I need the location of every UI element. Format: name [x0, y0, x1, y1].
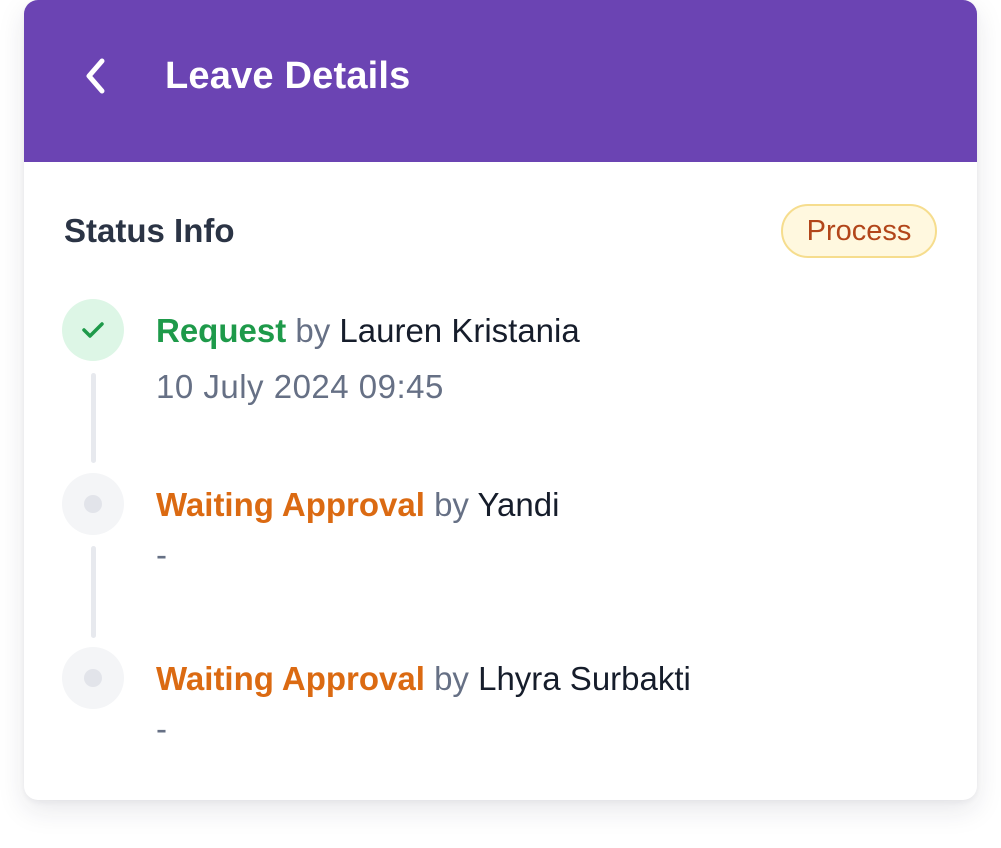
timeline-connector [91, 546, 96, 638]
step-by-label: by [434, 660, 469, 697]
timeline-connector [91, 373, 96, 463]
step-timestamp: - [156, 710, 168, 747]
step-done-indicator [62, 299, 124, 361]
step-status: Waiting Approval [156, 660, 425, 697]
step-pending-indicator [62, 647, 124, 709]
chevron-left-icon [86, 58, 105, 94]
step-status: Waiting Approval [156, 486, 425, 523]
step-timestamp: 10 July 2024 09:45 [156, 368, 444, 405]
check-icon [82, 322, 104, 338]
page-title: Leave Details [165, 55, 411, 97]
back-button[interactable] [76, 50, 116, 102]
status-info-title: Status Info [64, 212, 235, 249]
timeline-step-approval-1: Waiting Approval by Yandi [156, 483, 559, 527]
step-status: Request [156, 312, 287, 349]
step-actor: Lhyra Surbakti [478, 660, 691, 697]
timeline-step-approval-2: Waiting Approval by Lhyra Surbakti [156, 657, 691, 701]
status-badge: Process [781, 204, 937, 258]
dot-icon [84, 495, 102, 513]
step-actor: Yandi [477, 486, 560, 523]
step-by-label: by [295, 312, 331, 349]
step-actor: Lauren Kristania [339, 312, 580, 349]
step-by-label: by [434, 486, 469, 523]
step-timestamp: - [156, 536, 168, 573]
app-header: Leave Details [24, 0, 977, 162]
dot-icon [84, 669, 102, 687]
leave-details-card: Leave Details Status Info Process Reques… [24, 0, 977, 800]
timeline-step-request: Request by Lauren Kristania [156, 309, 580, 353]
step-pending-indicator [62, 473, 124, 535]
